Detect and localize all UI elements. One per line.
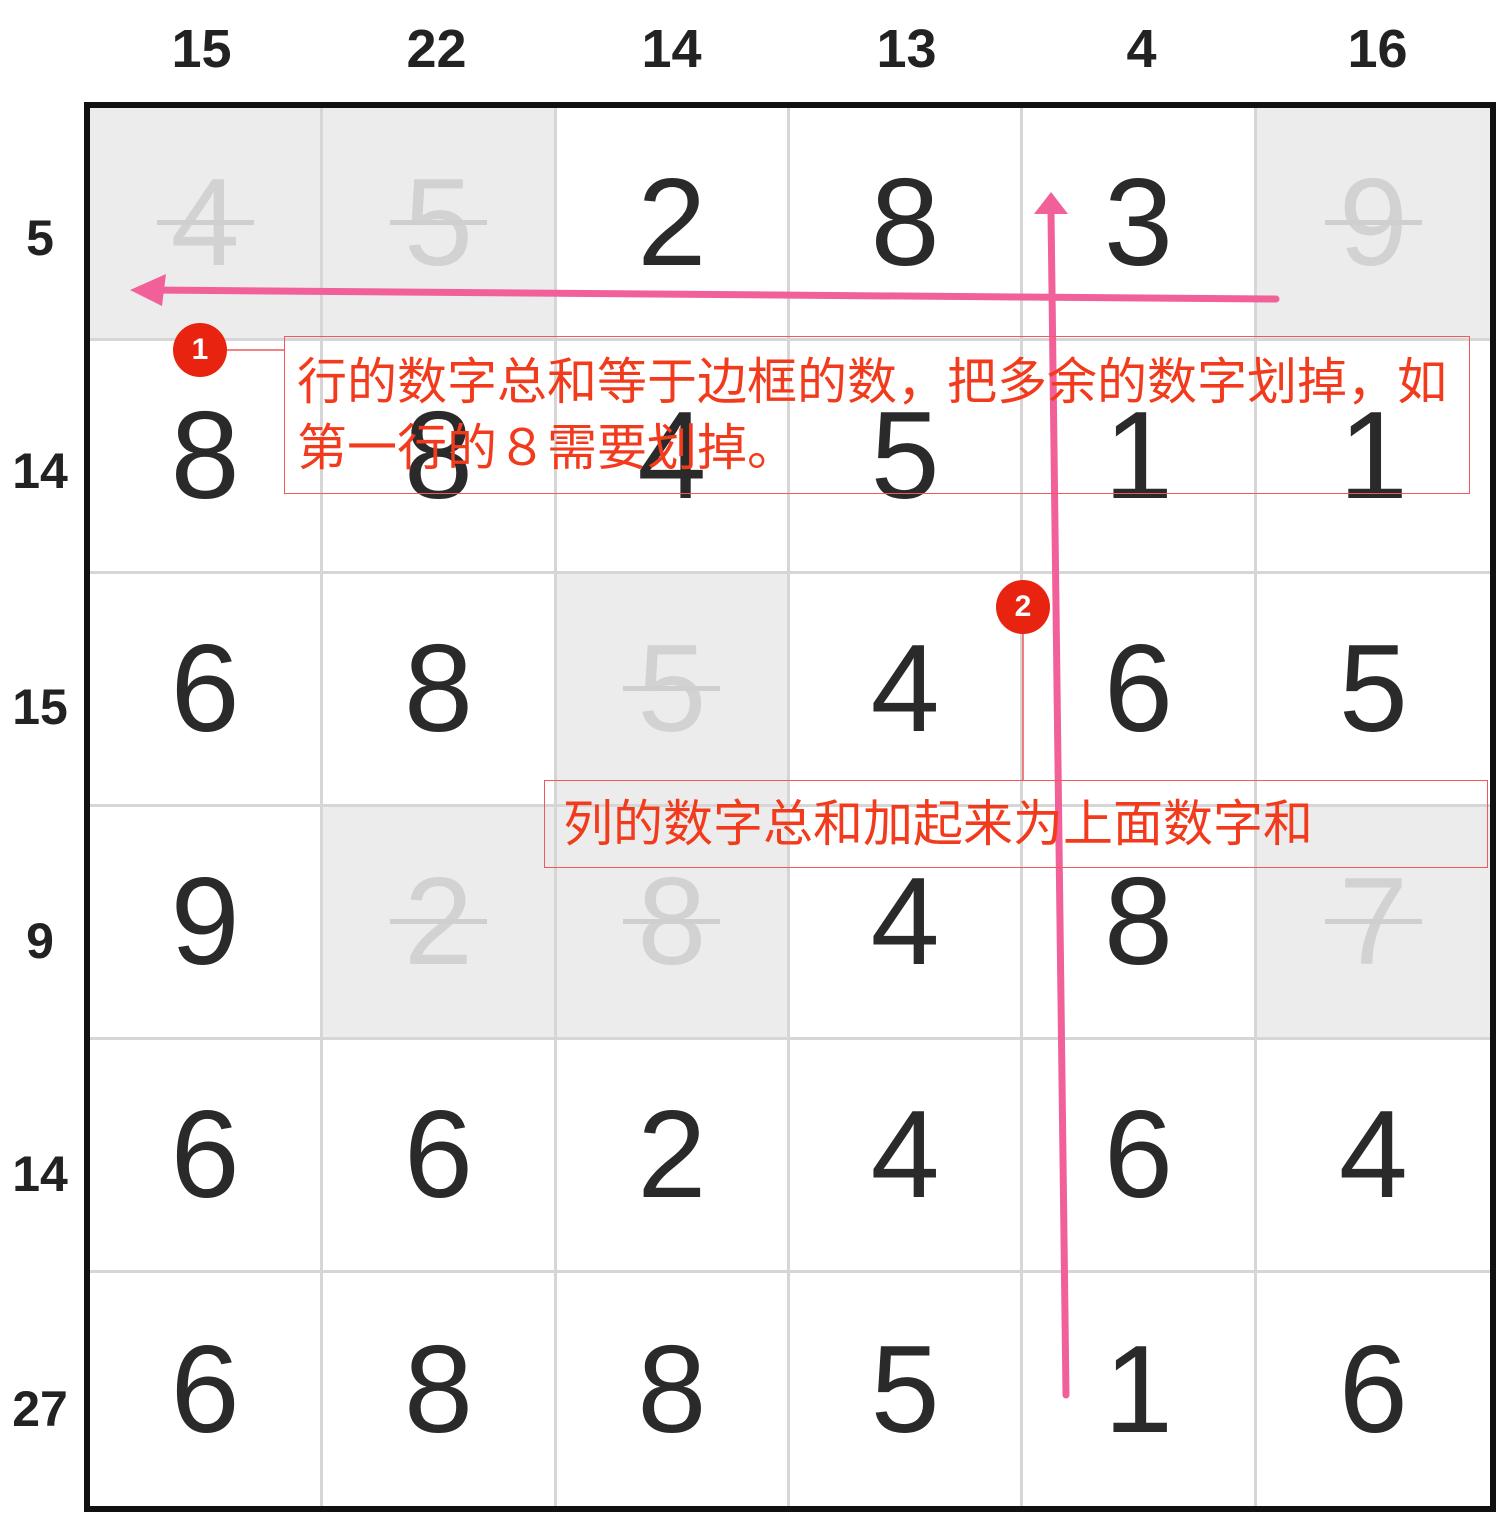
grid-cell[interactable]: 4: [789, 574, 1024, 807]
grid-cell[interactable]: 1: [1023, 1273, 1257, 1506]
cell-digit: 8: [870, 154, 940, 292]
cell-digit: 8: [170, 387, 240, 525]
column-clue: 13: [876, 19, 937, 79]
grid-cell[interactable]: 6: [1023, 1040, 1257, 1273]
grid-cell[interactable]: 8: [557, 1273, 790, 1506]
cell-digit: 6: [170, 1320, 240, 1459]
cell-digit: 5: [870, 1320, 940, 1459]
cell-digit: 6: [170, 620, 240, 758]
grid-cell[interactable]: 6: [1023, 574, 1257, 807]
cell-digit: 2: [637, 154, 707, 292]
grid-cell[interactable]: 2: [556, 1040, 790, 1273]
cell-digit: 4: [156, 154, 254, 292]
grid-cell[interactable]: 5: [1256, 574, 1490, 807]
cell-digit: 4: [870, 1086, 940, 1224]
grid-cell[interactable]: 3: [1023, 108, 1257, 341]
grid-cell[interactable]: 6: [90, 1273, 324, 1506]
grid-cell[interactable]: 2: [556, 108, 790, 341]
column-clue: 15: [171, 19, 232, 79]
cell-digit: 8: [623, 853, 721, 991]
column-rule-note: 列的数字总和加起来为上面数字和: [544, 780, 1488, 868]
row-clue: 14: [12, 1146, 68, 1202]
cell-digit: 9: [170, 853, 240, 991]
cell-digit: 4: [870, 620, 940, 758]
row-clue: 15: [12, 679, 68, 735]
cell-digit: 4: [1338, 1086, 1408, 1224]
cell-digit: 2: [390, 853, 487, 991]
cell-digit: 6: [170, 1086, 240, 1224]
row-clue: 5: [26, 210, 54, 266]
cell-digit: 3: [1104, 154, 1173, 292]
cell-digit: 9: [1324, 154, 1422, 292]
cell-digit: 8: [404, 1320, 473, 1459]
grid-cell[interactable]: 5: [790, 1273, 1024, 1506]
row-clue: 9: [26, 913, 54, 969]
grid-cell[interactable]: 9: [90, 807, 324, 1040]
cell-digit: 2: [637, 1086, 707, 1224]
grid-cell[interactable]: 6: [323, 1040, 557, 1273]
column-clue: 4: [1126, 19, 1157, 79]
cell-digit: 6: [404, 1086, 473, 1224]
row-clue: 27: [12, 1381, 68, 1437]
row-clue: 14: [12, 443, 68, 499]
grid-cell[interactable]: 6: [1257, 1273, 1490, 1506]
column-clue: 22: [406, 19, 467, 79]
grid-cell[interactable]: 4: [789, 1040, 1024, 1273]
cell-digit: 1: [1104, 1320, 1173, 1459]
row-rule-note: 行的数字总和等于边框的数，把多余的数字划掉，如第一行的８需要划掉。: [284, 336, 1470, 494]
cell-digit: 7: [1324, 853, 1422, 991]
cell-digit: 8: [1104, 853, 1173, 991]
grid-cell[interactable]: 8: [323, 574, 557, 807]
cell-digit: 5: [390, 154, 487, 292]
grid-cell-crossed[interactable]: 9: [1256, 108, 1490, 341]
column-clue: 14: [641, 19, 702, 79]
cell-digit: 5: [623, 620, 721, 758]
grid-cell-crossed[interactable]: 5: [323, 108, 557, 341]
cell-digit: 6: [1104, 620, 1173, 758]
cell-digit: 4: [870, 853, 940, 991]
grid-cell[interactable]: 8: [323, 1273, 557, 1506]
cell-digit: 5: [1338, 620, 1408, 758]
grid-cell-crossed[interactable]: 4: [90, 108, 324, 341]
cell-digit: 6: [1104, 1086, 1173, 1224]
cell-digit: 6: [1338, 1320, 1408, 1459]
grid-cell-crossed[interactable]: 2: [323, 807, 557, 1040]
grid-cell[interactable]: 6: [90, 574, 324, 807]
grid-cell[interactable]: 8: [789, 108, 1024, 341]
step-badge-1: 1: [173, 323, 227, 377]
grid-cell-crossed[interactable]: 5: [556, 574, 790, 807]
step-badge-2: 2: [996, 580, 1050, 634]
cell-digit: 8: [637, 1320, 707, 1459]
column-clue: 16: [1347, 19, 1408, 79]
grid-cell[interactable]: 6: [90, 1040, 324, 1273]
cell-digit: 8: [404, 620, 473, 758]
grid-cell[interactable]: 4: [1256, 1040, 1490, 1273]
